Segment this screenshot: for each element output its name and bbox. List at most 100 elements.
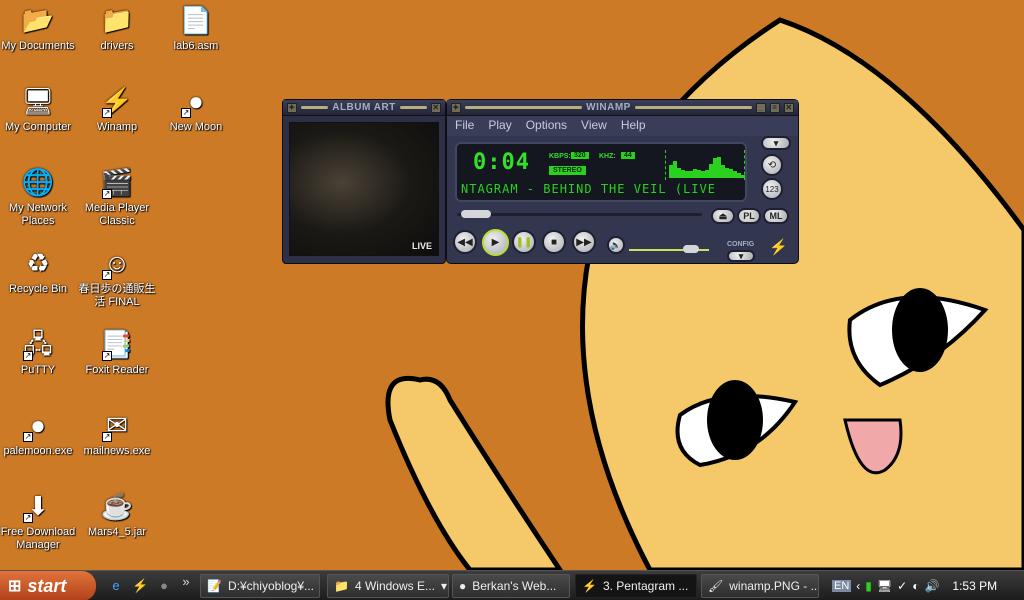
shade-icon[interactable]: = (770, 102, 781, 113)
winamp-icon: ⚡ ↗ (100, 85, 134, 118)
tray-expand-icon[interactable]: ‹ (856, 579, 860, 593)
window-menu-icon[interactable]: ✦ (451, 102, 461, 113)
album-art-titlebar[interactable]: ✦ ALBUM ART ✕ (283, 100, 445, 116)
palemoon-icon[interactable]: ● (156, 578, 172, 594)
desktop-icon[interactable]: ♻ Recycle Bin (0, 246, 77, 296)
menu-play[interactable]: Play (488, 118, 511, 134)
start-label: start (27, 575, 67, 596)
collapse-button[interactable]: ▾ (761, 136, 791, 150)
language-indicator[interactable]: EN (832, 580, 852, 592)
tray-app-icon[interactable]: ◐ (912, 579, 919, 593)
kbps-value: 320 (571, 152, 589, 159)
taskbar-button[interactable]: 🖌 winamp.PNG - ... (701, 574, 819, 598)
desktop-icon[interactable]: 🖧 ↗ PuTTY (0, 327, 77, 377)
desktop-icon[interactable]: ☺ ↗ 春日歩の通販生活 FINAL (78, 246, 156, 309)
media-player-classic-icon: 🎬 ↗ (100, 166, 134, 199)
anime-app-icon: ☺ ↗ (102, 247, 131, 280)
titlebar-grip (465, 106, 583, 109)
ie-icon[interactable]: e (108, 578, 124, 594)
desktop-icon-label: Free Download Manager (0, 526, 76, 551)
desktop-icon-label: drivers (100, 40, 134, 52)
close-icon[interactable]: ✕ (431, 102, 441, 113)
minimize-icon[interactable]: _ (756, 102, 767, 113)
winamp-window[interactable]: ✦ WINAMP _ = ✕ File Play Options View He… (446, 99, 799, 264)
desktop-icon-label: palemoon.exe (3, 445, 73, 457)
shuffle-button[interactable]: 123 (761, 178, 783, 200)
seek-bar[interactable] (457, 210, 702, 218)
stop-button[interactable]: ■ (542, 230, 566, 254)
desktop-icon[interactable]: 🖥 My Computer (0, 84, 77, 134)
menu-file[interactable]: File (455, 118, 474, 134)
seek-thumb[interactable] (461, 210, 492, 218)
volume-thumb[interactable] (683, 245, 700, 253)
taskbar-button[interactable]: 📁 4 Windows E... ▾ (327, 574, 449, 598)
desktop-icon-label: Winamp (96, 121, 138, 133)
album-art-window[interactable]: ✦ ALBUM ART ✕ LIVE (282, 99, 446, 264)
shortcut-arrow-icon: ↗ (102, 189, 112, 199)
close-icon[interactable]: ✕ (784, 102, 795, 113)
network-icon[interactable]: 🖥 (877, 579, 892, 593)
winamp-titlebar[interactable]: ✦ WINAMP _ = ✕ (447, 100, 798, 116)
my-documents-icon: 📂 (21, 4, 55, 35)
taskbar-button-label: Berkan's Web... (472, 579, 557, 593)
menu-view[interactable]: View (581, 118, 607, 134)
quicklaunch-overflow[interactable]: » (178, 574, 194, 590)
desktop-icon-label: New Moon (169, 121, 223, 133)
clock[interactable]: 1:53 PM (952, 579, 997, 593)
desktop-icon[interactable]: ⚡ ↗ Winamp (78, 84, 156, 134)
shortcut-arrow-icon: ↗ (181, 108, 191, 118)
security-icon[interactable]: ✓ (897, 579, 907, 593)
volume-icon[interactable]: 🔊 (924, 579, 939, 593)
desktop-icon[interactable]: 📑 ↗ Foxit Reader (78, 327, 156, 377)
elapsed-time[interactable]: 0:04 (473, 150, 530, 175)
notepad-icon: 📝 (207, 579, 222, 593)
taskbar-button[interactable]: ⚡ 3. Pentagram ... (575, 574, 697, 598)
palemoon-icon: ● ↗ (23, 409, 46, 442)
desktop-icon[interactable]: 🎬 ↗ Media Player Classic (78, 165, 156, 228)
putty-icon: 🖧 ↗ (23, 328, 53, 361)
titlebar-grip (399, 106, 427, 109)
desktop-icon[interactable]: 🌐 My Network Places (0, 165, 77, 228)
stereo-indicator: STEREO (549, 166, 586, 175)
menu-options[interactable]: Options (526, 118, 567, 134)
volume-slider[interactable] (629, 245, 709, 253)
previous-button[interactable]: ◀◀ (453, 230, 477, 254)
desktop-icon[interactable]: 📂 My Documents (0, 3, 77, 53)
winamp-icon[interactable]: ⚡ (132, 578, 148, 594)
media-library-button[interactable]: ML (763, 208, 789, 224)
desktop-icon-label: 春日歩の通販生活 FINAL (78, 283, 156, 308)
next-button[interactable]: ▶▶ (572, 230, 596, 254)
signal-icon[interactable]: ▮ (865, 579, 872, 593)
desktop-icon[interactable]: 📁 drivers (78, 3, 156, 53)
winamp-lightning-icon[interactable]: ⚡ (769, 238, 788, 256)
desktop-icon[interactable]: ● ↗ New Moon (157, 84, 235, 134)
taskbar-button-label: 3. Pentagram ... (602, 579, 689, 593)
desktop-icon-label: lab6.asm (173, 40, 219, 52)
desktop-icon[interactable]: 📄 lab6.asm (157, 3, 235, 53)
mute-button[interactable]: 🔈 (607, 236, 625, 254)
desktop-icon[interactable]: ✉ ↗ mailnews.exe (78, 408, 156, 458)
config-button[interactable]: ▾ (727, 250, 755, 262)
repeat-button[interactable]: ⟲ (761, 154, 783, 176)
play-button[interactable]: ▶ (482, 229, 509, 256)
playlist-button[interactable]: PL (737, 208, 761, 224)
desktop-icon-label: My Network Places (8, 202, 68, 227)
desktop-icon[interactable]: ⬇ ↗ Free Download Manager (0, 489, 77, 552)
eject-button[interactable]: ⏏ (711, 208, 735, 224)
shortcut-arrow-icon: ↗ (102, 108, 112, 118)
pause-button[interactable]: ❚❚ (512, 230, 536, 254)
spectrum-bar (741, 175, 745, 178)
taskbar-button-label: D:¥chiyoblog¥... (227, 579, 315, 593)
taskbar-button[interactable]: ● Berkan's Web... (452, 574, 570, 598)
spectrum-analyzer[interactable] (665, 150, 745, 180)
menu-help[interactable]: Help (621, 118, 646, 134)
windows-logo-icon: ⊞ (8, 578, 22, 595)
desktop-icon[interactable]: ● ↗ palemoon.exe (0, 408, 77, 458)
khz-label: KHZ: (599, 153, 616, 160)
taskbar-button[interactable]: 📝 D:¥chiyoblog¥... (200, 574, 320, 598)
window-menu-icon[interactable]: ✦ (287, 102, 297, 113)
start-button[interactable]: ⊞ start (0, 571, 96, 600)
taskbar-button-label: 4 Windows E... (354, 579, 435, 593)
desktop-icon[interactable]: ☕ Mars4_5.jar (78, 489, 156, 539)
desktop-icon-label: Recycle Bin (8, 283, 68, 295)
